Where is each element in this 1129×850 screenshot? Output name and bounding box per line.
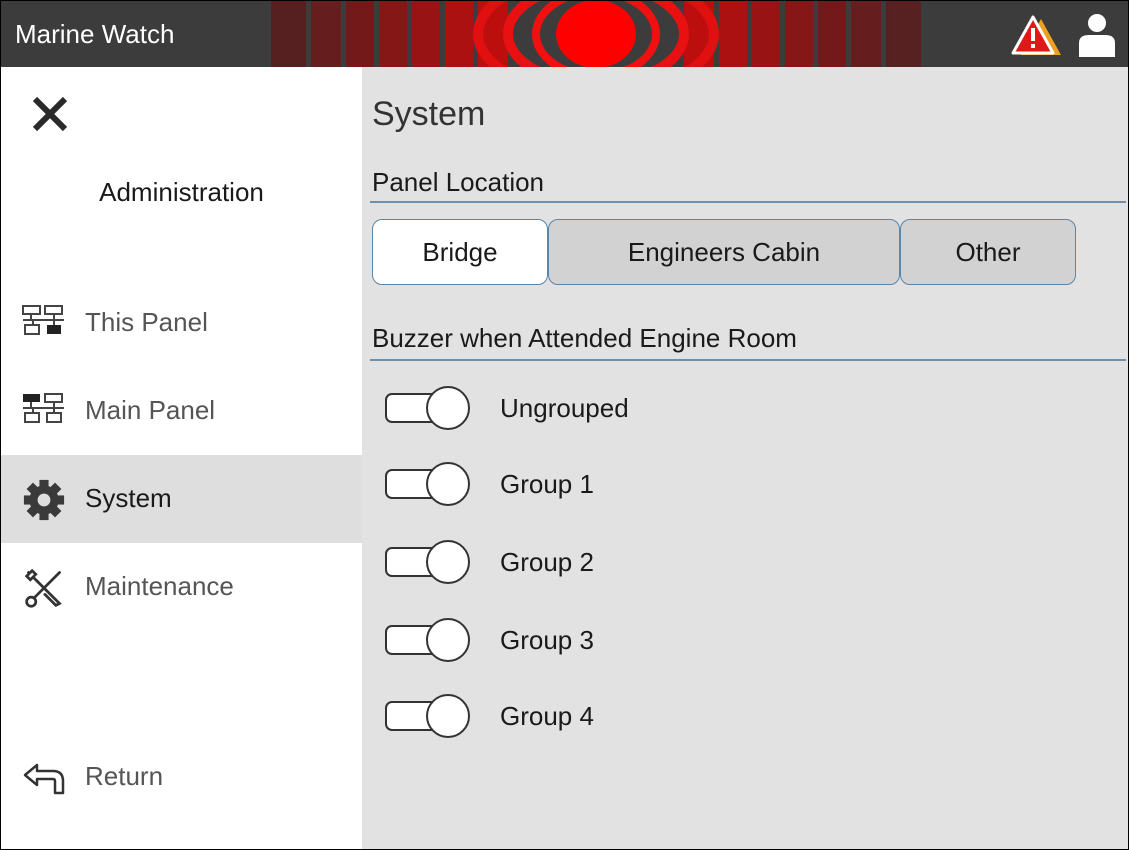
toggle-label: Group 2 xyxy=(500,547,594,577)
sidebar-item-main-panel[interactable]: Main Panel xyxy=(1,367,362,455)
toggle-row-group-3[interactable]: Group 3 xyxy=(384,617,1084,667)
warning-triangle-icon[interactable] xyxy=(1011,15,1063,57)
sidebar-item-this-panel[interactable]: This Panel xyxy=(1,279,362,367)
app-title: Marine Watch xyxy=(15,19,175,49)
toggle-switch[interactable] xyxy=(384,693,474,739)
section-divider xyxy=(370,201,1126,203)
toggle-label: Group 3 xyxy=(500,625,594,655)
header-bar: Marine Watch xyxy=(1,1,1128,67)
location-option-engineers-cabin[interactable]: Engineers Cabin xyxy=(548,219,900,285)
sidebar-item-label: This Panel xyxy=(85,307,208,337)
network-icon xyxy=(23,393,64,423)
sidebar-item-return[interactable]: Return xyxy=(1,733,362,821)
toggle-switch[interactable] xyxy=(384,617,474,663)
toggle-row-group-1[interactable]: Group 1 xyxy=(384,461,1084,511)
toggle-row-ungrouped[interactable]: Ungrouped xyxy=(384,385,1084,435)
location-option-other[interactable]: Other xyxy=(900,219,1076,285)
toggle-switch[interactable] xyxy=(384,461,474,507)
toggle-row-group-4[interactable]: Group 4 xyxy=(384,693,1084,743)
close-icon[interactable] xyxy=(27,91,73,137)
sidebar-item-label: Main Panel xyxy=(85,395,216,425)
sidebar-item-system[interactable]: System xyxy=(1,455,362,543)
toggle-row-group-2[interactable]: Group 2 xyxy=(384,539,1084,589)
toggle-label: Group 1 xyxy=(500,469,594,499)
gear-icon xyxy=(23,479,65,521)
return-arrow-icon xyxy=(23,763,65,795)
section-title-buzzer: Buzzer when Attended Engine Room xyxy=(372,323,797,353)
user-icon[interactable] xyxy=(1077,13,1117,57)
page-title: System xyxy=(372,95,486,133)
sidebar-item-label: Maintenance xyxy=(85,571,234,601)
section-title-panel-location: Panel Location xyxy=(372,167,545,197)
sidebar-item-maintenance[interactable]: Maintenance xyxy=(1,543,362,631)
tools-icon xyxy=(24,568,62,608)
location-option-bridge[interactable]: Bridge xyxy=(372,219,548,285)
sidebar-heading: Administration xyxy=(99,177,264,207)
main-content: System Panel Location Bridge Engineers C… xyxy=(362,67,1128,849)
toggle-label: Group 4 xyxy=(500,701,594,731)
network-icon xyxy=(22,305,64,335)
toggle-switch[interactable] xyxy=(384,385,474,431)
app-window: Marine Watch Administration This Panel M… xyxy=(0,0,1129,850)
sidebar: Administration This Panel Main Panel Sys… xyxy=(1,67,362,849)
section-divider xyxy=(370,359,1126,361)
sidebar-item-label: System xyxy=(85,483,172,513)
sidebar-item-label: Return xyxy=(85,761,164,791)
toggle-label: Ungrouped xyxy=(500,393,629,423)
toggle-switch[interactable] xyxy=(384,539,474,585)
panel-location-selector: Bridge Engineers Cabin Other xyxy=(372,219,1076,287)
alarm-burst-icon xyxy=(271,1,921,67)
